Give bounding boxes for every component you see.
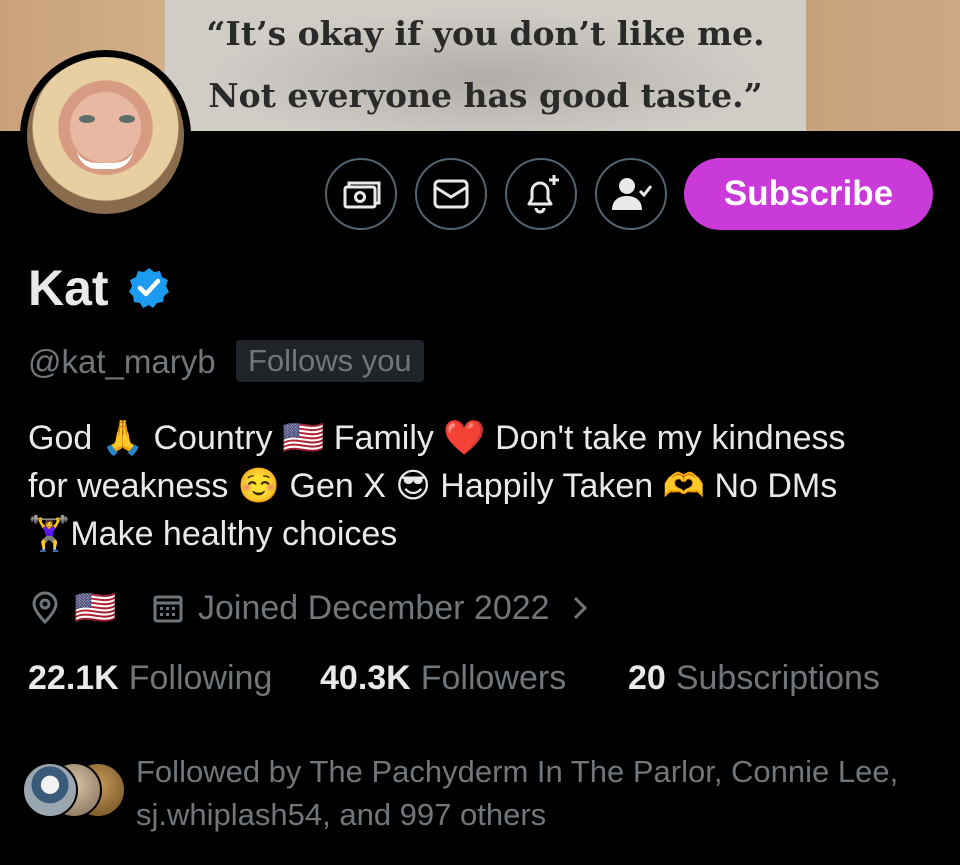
money-icon	[343, 181, 381, 209]
location-pin-icon	[32, 591, 58, 625]
profile-avatar[interactable]	[20, 50, 191, 221]
avatar-photo	[27, 57, 184, 214]
followers-stat[interactable]: 40.3K Followers	[320, 659, 566, 698]
tip-button[interactable]	[325, 158, 397, 230]
subscriptions-label: Subscriptions	[675, 659, 880, 697]
envelope-icon	[433, 179, 469, 209]
followers-label: Followers	[420, 659, 567, 697]
location-flag: 🇺🇸	[74, 589, 117, 627]
subscribe-button[interactable]: Subscribe	[684, 158, 933, 230]
bio-line: 🏋️‍♀️Make healthy choices	[28, 515, 398, 553]
joined-date[interactable]: Joined December 2022	[152, 588, 588, 628]
followed-by-text[interactable]: Followed by The Pachyderm In The Parlor,…	[136, 750, 936, 836]
avatar-eye-left	[79, 115, 95, 123]
chevron-right-icon	[573, 596, 587, 620]
banner-quote-line-1: “It’s okay if you don’t like me.	[206, 14, 765, 53]
message-button[interactable]	[415, 158, 487, 230]
followers-count: 40.3K	[320, 659, 411, 697]
calendar-icon	[153, 595, 183, 623]
profile-bio: God 🙏 Country 🇺🇸 Family ❤️ Don't take my…	[28, 414, 938, 558]
joined-text: Joined December 2022	[198, 588, 550, 627]
following-button[interactable]	[595, 158, 667, 230]
avatar-smile	[77, 149, 133, 169]
verified-badge-icon[interactable]	[127, 266, 171, 310]
person-check-icon	[612, 178, 653, 210]
banner-quote-line-2: Not everyone has good taste.”	[208, 76, 763, 115]
following-label: Following	[128, 659, 273, 697]
profile-handle: @kat_maryb	[28, 343, 216, 380]
avatar	[22, 762, 78, 818]
followed-by-line: sj.whiplash54, and 997 others	[136, 797, 547, 832]
followed-by-line: Followed by The Pachyderm In The Parlor,…	[136, 754, 899, 789]
subscriptions-count: 20	[628, 659, 666, 697]
following-stat[interactable]: 22.1K Following	[28, 659, 272, 698]
notify-button[interactable]	[505, 158, 577, 230]
banner-quote-card: “It’s okay if you don’t like me. Not eve…	[165, 0, 806, 131]
location: 🇺🇸	[30, 588, 116, 628]
bell-plus-icon	[527, 175, 559, 214]
avatar-eye-right	[119, 115, 135, 123]
followed-by-avatars[interactable]	[22, 762, 132, 818]
following-count: 22.1K	[28, 659, 119, 697]
subscriptions-stat[interactable]: 20 Subscriptions	[628, 659, 880, 698]
bio-line: for weakness ☺️ Gen X 😎 Happily Taken 🫶 …	[28, 467, 838, 505]
profile-name: Kat	[28, 260, 109, 316]
bio-line: God 🙏 Country 🇺🇸 Family ❤️ Don't take my…	[28, 419, 846, 457]
follows-you-badge: Follows you	[236, 340, 424, 382]
